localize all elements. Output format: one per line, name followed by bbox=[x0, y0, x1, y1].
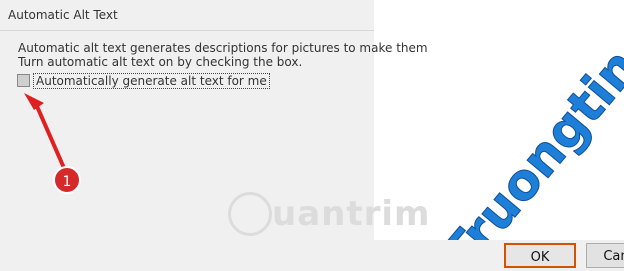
brand-watermark: Truongtin.top bbox=[372, 0, 624, 271]
watermark-logo-icon bbox=[228, 192, 272, 236]
brand-text: Truongtin.top bbox=[431, 12, 624, 240]
arrow-shaft bbox=[34, 103, 66, 169]
brand-watermark-svg: Truongtin.top bbox=[430, 0, 624, 271]
step-number: 1 bbox=[63, 174, 72, 190]
cancel-button[interactable]: Can bbox=[586, 243, 624, 268]
alt-text-dialog: Automatic Alt Text Automatic alt text ge… bbox=[0, 0, 429, 271]
arrow-head bbox=[24, 93, 44, 110]
dialog-button-bar: OK Can bbox=[374, 240, 624, 271]
ok-button[interactable]: OK bbox=[504, 243, 576, 268]
